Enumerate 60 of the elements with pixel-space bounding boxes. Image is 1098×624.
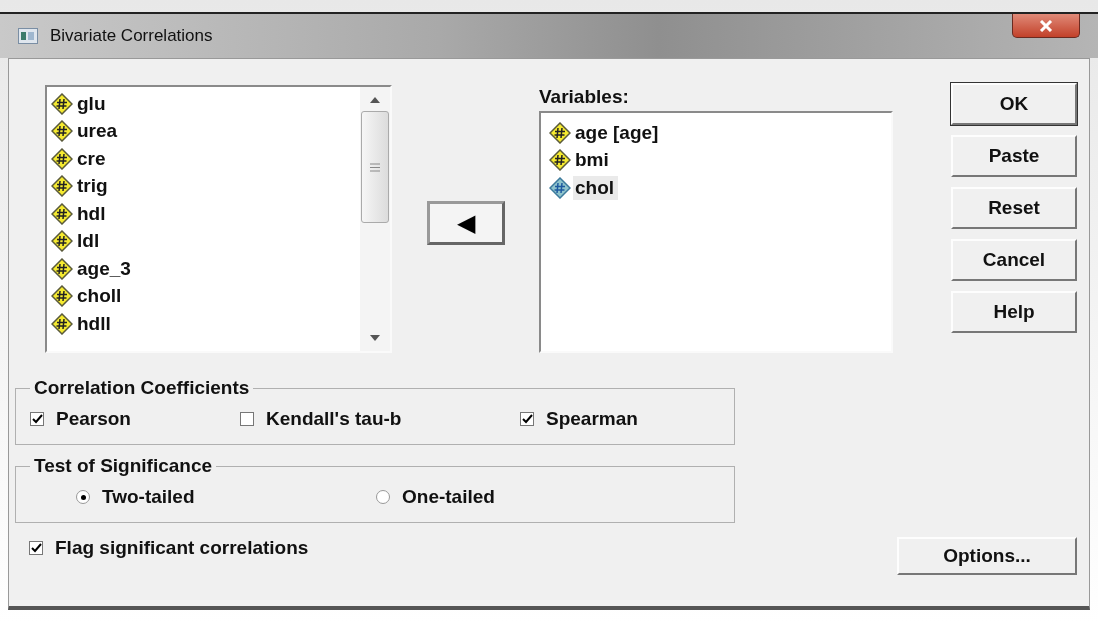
checkbox-option[interactable]: Flag significant correlations <box>29 537 735 559</box>
radio-option[interactable]: One-tailed <box>376 486 495 508</box>
checkbox[interactable] <box>240 412 254 426</box>
numeric-variable-icon <box>51 312 73 335</box>
check-icon <box>521 414 533 424</box>
radio-button[interactable] <box>76 490 90 504</box>
checkbox[interactable] <box>30 412 44 426</box>
dialog-button[interactable]: Reset <box>951 187 1077 229</box>
numeric-variable-icon <box>51 175 73 198</box>
group-title: Test of Significance <box>33 455 214 477</box>
close-icon <box>1038 19 1054 32</box>
numeric-variable-icon <box>51 120 73 143</box>
checkbox[interactable] <box>520 412 534 426</box>
list-item[interactable]: glu <box>51 90 360 118</box>
window-title: Bivariate Correlations <box>50 26 213 46</box>
dialog-button[interactable]: Paste <box>951 135 1077 177</box>
numeric-variable-icon <box>51 147 73 170</box>
list-item[interactable]: urea <box>51 117 360 145</box>
close-button[interactable] <box>1012 14 1080 38</box>
radio-button[interactable] <box>376 490 390 504</box>
dialog-button[interactable]: OK <box>951 83 1077 125</box>
scroll-thumb[interactable] <box>361 111 389 223</box>
check-icon <box>31 414 43 424</box>
checkbox-option[interactable]: Spearman <box>520 408 638 430</box>
variables-label: Variables: <box>539 87 630 107</box>
numeric-variable-icon <box>549 121 571 144</box>
dialog-button[interactable]: Cancel <box>951 239 1077 281</box>
numeric-variable-icon <box>549 176 571 199</box>
list-item[interactable]: hdll <box>51 310 360 338</box>
options-button[interactable]: Options... <box>897 537 1077 575</box>
numeric-variable-icon <box>51 202 73 225</box>
list-item[interactable]: cre <box>51 145 360 173</box>
list-item[interactable]: chol <box>573 175 619 200</box>
numeric-variable-icon <box>51 257 73 280</box>
group-title: Correlation Coefficients <box>33 377 251 399</box>
grip-icon <box>370 162 380 172</box>
variable-list[interactable]: glu urea cre trig hdl ldl age_3 choll hdll <box>45 85 392 353</box>
list-item[interactable]: age [age] <box>573 120 663 145</box>
checkbox-option[interactable]: Pearson <box>30 408 240 430</box>
scrollbar[interactable] <box>360 87 390 351</box>
list-item[interactable]: bmi <box>573 148 613 173</box>
radio-option[interactable]: Two-tailed <box>76 486 376 508</box>
numeric-variable-icon <box>51 230 73 253</box>
scroll-up-icon <box>370 97 380 103</box>
list-item[interactable]: choll <box>51 282 360 310</box>
checkbox[interactable] <box>29 541 43 555</box>
move-button[interactable]: ◀ <box>426 201 505 245</box>
selected-variables-list[interactable]: age [age] bmi chol <box>539 111 893 353</box>
dialog-button[interactable]: Help <box>951 291 1077 333</box>
list-item[interactable]: ldl <box>51 227 360 255</box>
scroll-down-icon <box>370 335 380 341</box>
window-icon <box>18 28 38 44</box>
numeric-variable-icon <box>51 285 73 308</box>
checkbox-option[interactable]: Kendall's tau-b <box>240 408 520 430</box>
list-item[interactable]: age_3 <box>51 255 360 283</box>
numeric-variable-icon <box>51 92 73 115</box>
list-item[interactable]: hdl <box>51 200 360 228</box>
numeric-variable-icon <box>549 149 571 172</box>
check-icon <box>30 543 42 553</box>
list-item[interactable]: trig <box>51 172 360 200</box>
